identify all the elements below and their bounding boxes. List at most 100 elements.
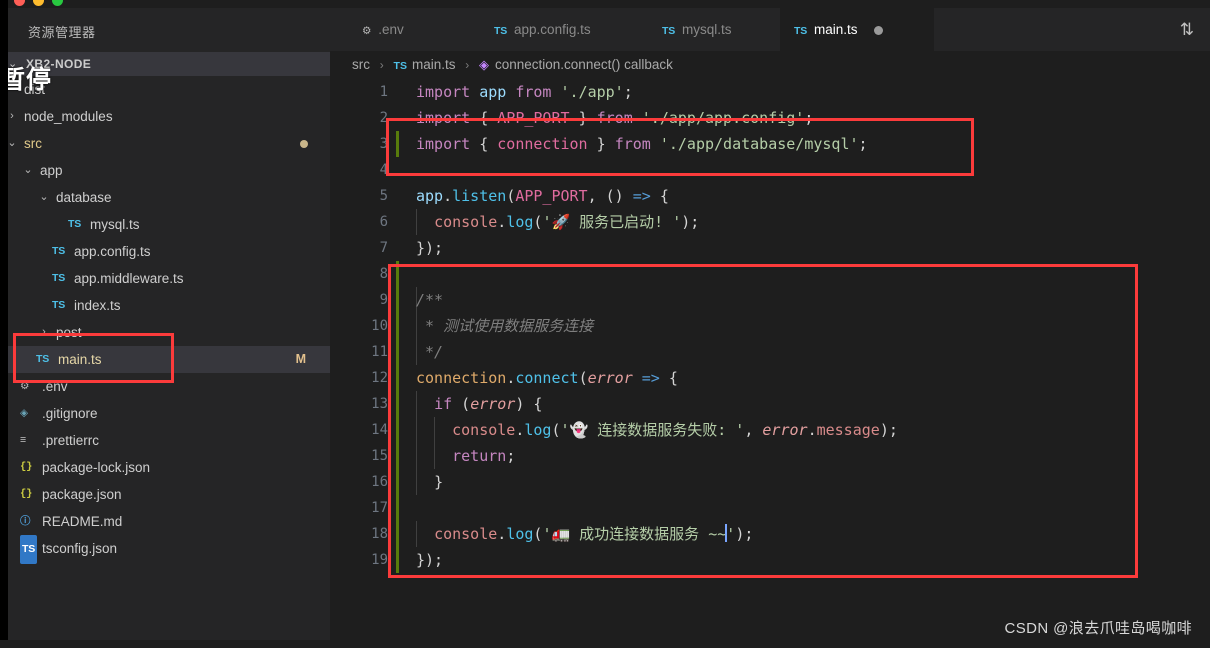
line-number: 3 [379,136,388,152]
file-tree-item-label: package.json [42,487,122,502]
file-tree-item[interactable]: ⌄ src [0,130,330,157]
breadcrumb-file[interactable]: main.ts [412,57,456,72]
editor-tab[interactable]: TS main.ts [780,8,934,51]
code-line-text: import { connection } from './app/databa… [416,135,868,153]
file-tree-item[interactable]: › post [0,319,330,346]
typescript-file-icon: TS [393,60,407,72]
code-line-text: console.log('🚛 成功连接数据服务 ~~'); [434,524,754,543]
file-tree-item-label: .prettierrc [42,433,100,448]
git-added-gutter-marker [396,131,399,157]
code-line[interactable]: 2 import { APP_PORT } from './app/app.con… [330,105,1210,131]
file-tree-item[interactable]: TS main.ts M [0,346,330,373]
breadcrumb-separator-icon: › [379,58,384,72]
window-minimize-button[interactable] [33,0,44,6]
file-tree-item[interactable]: ≡ .prettierrc [0,427,330,454]
git-added-gutter-marker [396,495,399,521]
file-type-icon: ≡ [20,434,26,446]
line-number: 4 [379,162,388,178]
file-tree-item-label: README.md [42,514,123,529]
line-number: 13 [371,396,388,412]
code-line[interactable]: 11 */ [330,339,1210,365]
split-editor-icon[interactable]: ⇅ [1172,8,1202,51]
tab-label: mysql.ts [682,22,732,37]
file-tree-item[interactable]: ⌄ app [0,157,330,184]
symbol-cube-icon: ◈ [479,57,489,72]
editor-tab[interactable]: TS app.config.ts [480,8,632,51]
editor-tab[interactable]: TS mysql.ts [648,8,768,51]
file-tree-item[interactable]: TS index.ts [0,292,330,319]
window-close-button[interactable] [14,0,25,6]
bottom-strip [0,640,1210,648]
code-line[interactable]: 10 * 测试使用数据服务连接 [330,313,1210,339]
file-tree-item[interactable]: {} package-lock.json [0,454,330,481]
file-tree-item[interactable]: ⌄ database [0,184,330,211]
line-number: 2 [379,110,388,126]
code-line-text: /** [416,291,444,309]
line-number: 7 [379,240,388,256]
code-line[interactable]: 15 return; [330,443,1210,469]
file-tree-item-label: .env [42,379,68,394]
line-number: 17 [371,500,388,516]
code-line-text: console.log('🚀 服务已启动! '); [434,213,700,231]
file-tree-item[interactable]: ⚙ .env [0,373,330,400]
file-tree-item-label: src [24,136,42,151]
code-line[interactable]: 8 [330,261,1210,287]
line-number: 8 [379,266,388,282]
git-added-gutter-marker [396,287,399,313]
file-type-icon: TS [52,245,66,257]
line-number: 1 [379,84,388,100]
file-type-icon: TS [68,218,82,230]
code-line-text: */ [416,343,444,361]
file-tree-item[interactable]: TS app.config.ts [0,238,330,265]
file-tree-item[interactable]: TS mysql.ts [0,211,330,238]
editor-tabbar: TS main.ts TS mysql.ts TS app.config.ts ⚙ .env … [330,8,1210,51]
code-line[interactable]: 14 console.log('👻 连接数据服务失败: ', error.mes… [330,417,1210,443]
editor-tab[interactable]: ⚙ .env [348,8,458,51]
code-line[interactable]: 3 import { connection } from './app/datab… [330,131,1210,157]
file-type-icon: TS [20,535,38,564]
line-number: 10 [371,318,388,334]
code-line-text: console.log('👻 连接数据服务失败: ', error.messag… [452,421,898,439]
code-editor[interactable]: 1 import app from './app'; 2 import { APP_P… [330,79,1210,648]
window-zoom-button[interactable] [52,0,63,6]
code-line[interactable]: 17 [330,495,1210,521]
git-added-gutter-marker [396,443,399,469]
code-line[interactable]: 16 } [330,469,1210,495]
code-line-text: }); [416,551,444,569]
code-line-text: if (error) { [434,395,543,413]
file-tree-item[interactable]: TS app.middleware.ts [0,265,330,292]
file-tree-item[interactable]: ◈ .gitignore [0,400,330,427]
code-line[interactable]: 19}); [330,547,1210,573]
code-line[interactable]: 5 app.listen(APP_PORT, () => { [330,183,1210,209]
breadcrumb-folder[interactable]: src [352,57,370,72]
code-line-text: app.listen(APP_PORT, () => { [416,187,669,205]
tab-dirty-indicator[interactable] [873,25,883,35]
breadcrumb-symbol[interactable]: connection.connect() callback [495,57,673,72]
file-type-icon: {} [20,488,33,500]
code-line[interactable]: 4 [330,157,1210,183]
file-tree-item[interactable]: TS tsconfig.json [0,535,330,564]
file-tree-item-label: app.config.ts [74,244,151,259]
folder-modified-dot [300,140,308,148]
code-line[interactable]: 18 console.log('🚛 成功连接数据服务 ~~'); [330,521,1210,547]
file-tree: dist › node_modules ⌄ src ⌄ app ⌄ database TS mysq… [0,76,330,564]
line-number: 12 [371,370,388,386]
code-line[interactable]: 6 console.log('🚀 服务已启动! '); [330,209,1210,235]
git-added-gutter-marker [396,391,399,417]
file-tree-item-label: node_modules [24,109,113,124]
code-line[interactable]: 12 connection.connect(error => { [330,365,1210,391]
tab-file-icon: ⚙ [362,25,372,37]
code-line[interactable]: 13 if (error) { [330,391,1210,417]
file-tree-item[interactable]: › node_modules [0,103,330,130]
tab-file-icon: TS [494,25,508,37]
file-type-icon: TS [52,272,66,284]
code-line[interactable]: 7}); [330,235,1210,261]
code-line-text: connection.connect(error => { [416,369,678,387]
file-tree-item[interactable]: {} package.json [0,481,330,508]
file-tree-item[interactable]: ⓘ README.md [0,508,330,535]
tab-file-icon: TS [662,25,676,37]
tab-label: app.config.ts [514,22,591,37]
code-line[interactable]: 1 import app from './app'; [330,79,1210,105]
code-line[interactable]: 9 /** [330,287,1210,313]
code-line-text: } [434,473,444,491]
